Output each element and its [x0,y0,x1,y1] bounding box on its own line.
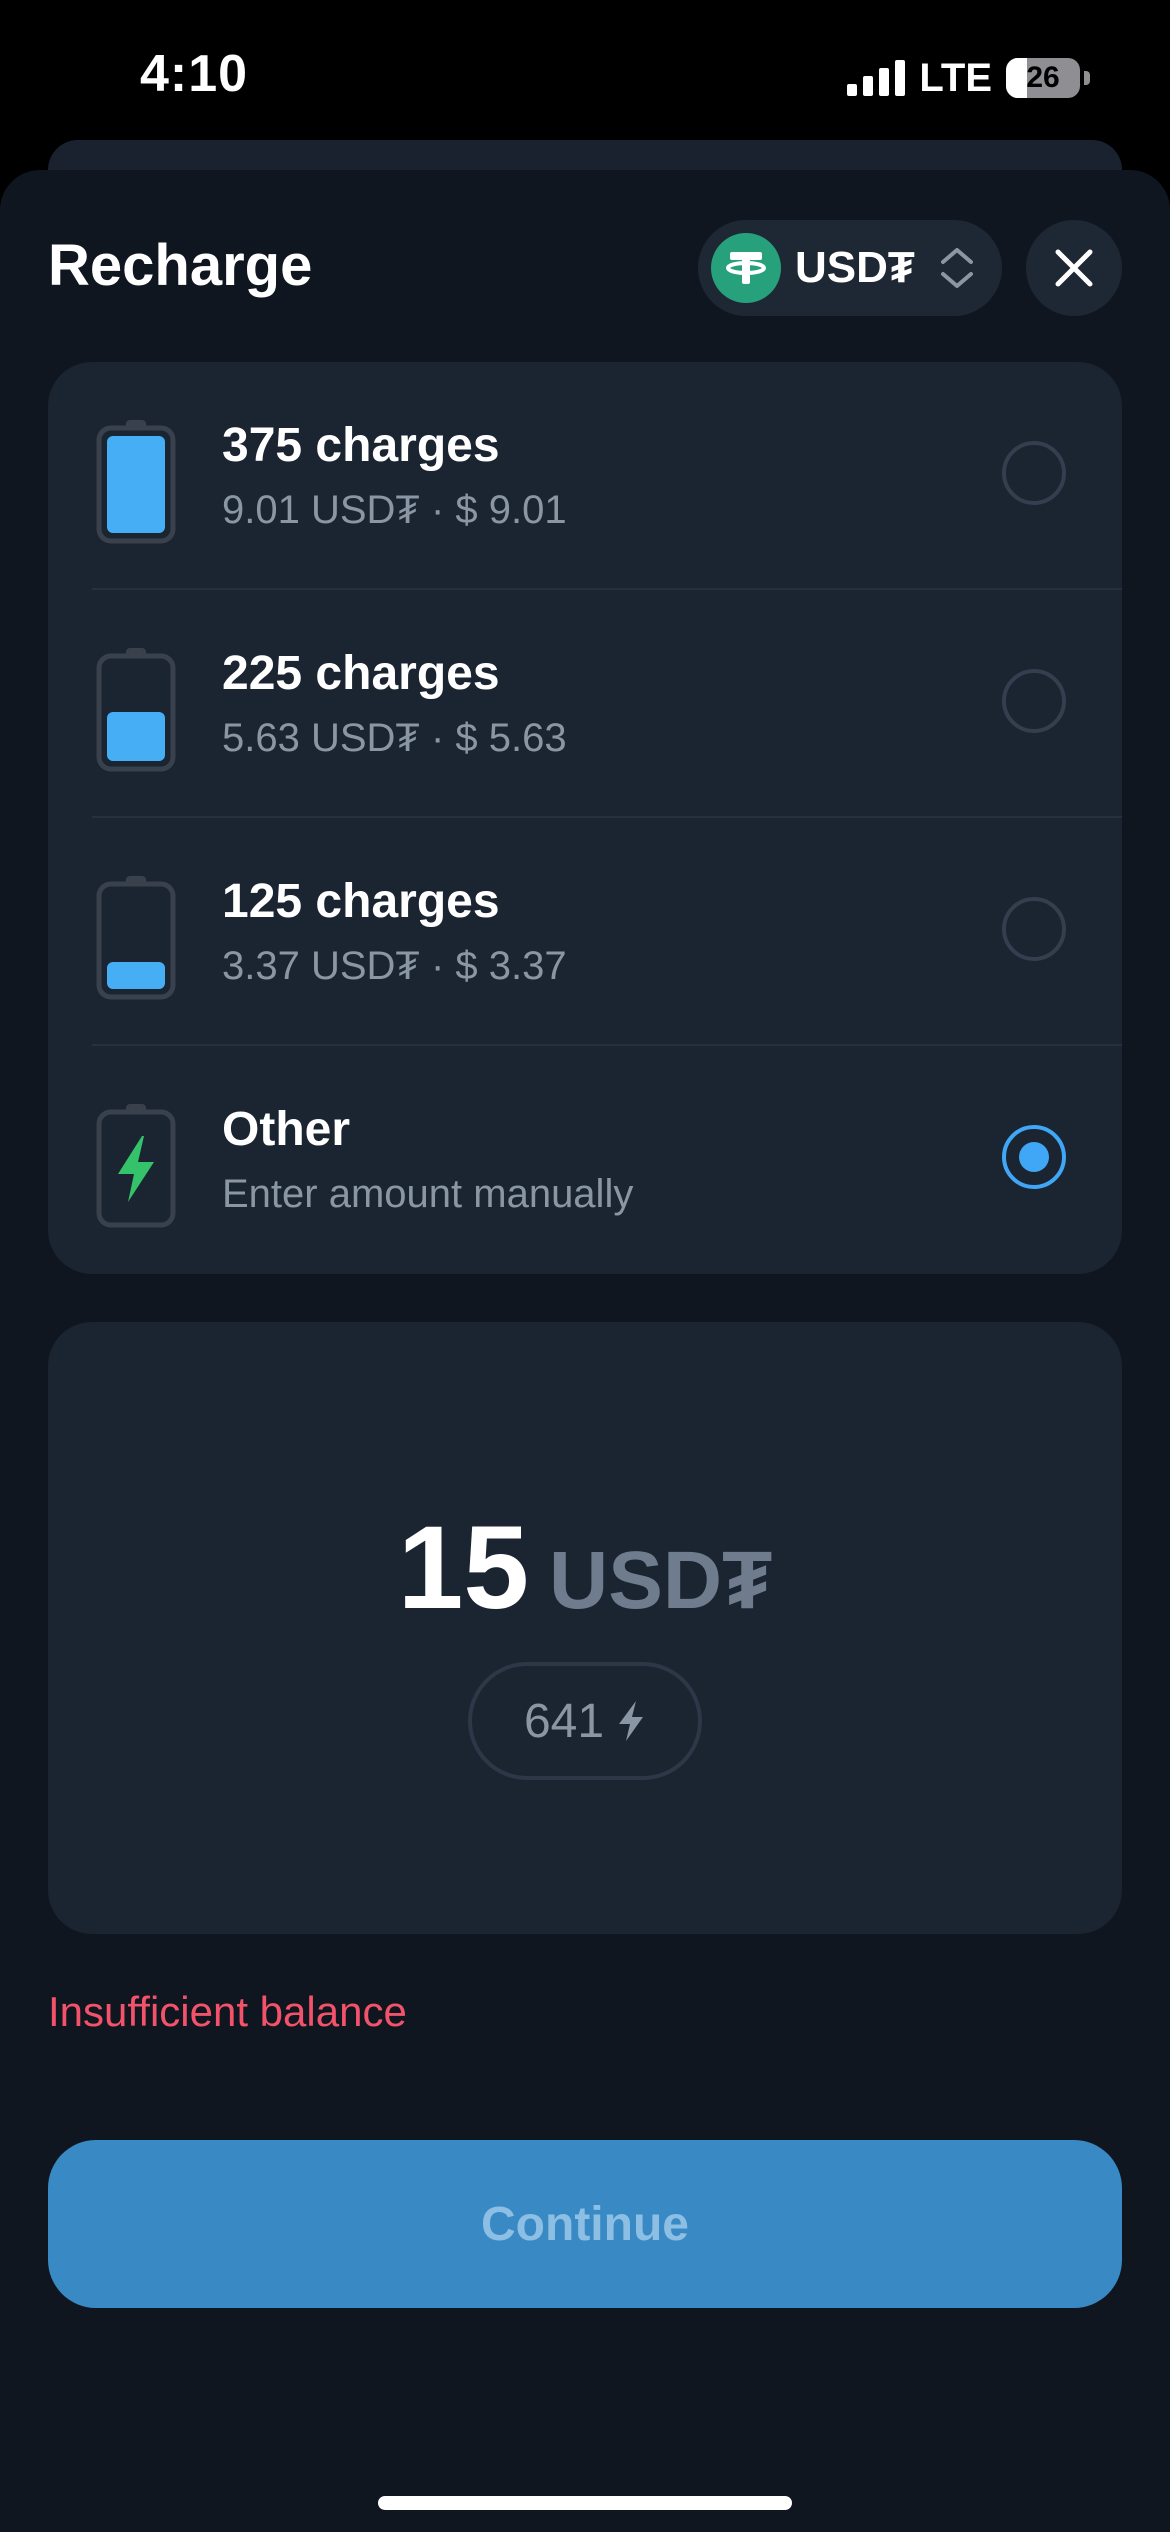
option-title: 225 charges [222,647,500,700]
recharge-sheet: Recharge USD₮ 375 charges 9.01 USD₮ · $ … [0,170,1170,2532]
charge-options-list: 375 charges 9.01 USD₮ · $ 9.01 225 charg… [48,362,1122,1274]
chevron-updown-icon [940,247,974,289]
battery-percent: 26 [1026,61,1060,94]
close-button[interactable] [1026,220,1122,316]
battery-full-icon [96,420,176,544]
status-bar: 4:10 LTE 26 [0,0,1170,150]
option-375-charges[interactable]: 375 charges 9.01 USD₮ · $ 9.01 [48,362,1122,590]
option-title: 375 charges [222,419,500,472]
currency-label: USD₮ [795,243,915,292]
option-subtitle: Enter amount manually [222,1172,634,1216]
tether-icon [711,233,781,303]
amount-display: 15 USD₮ [48,1500,1122,1636]
battery-charging-icon [96,1104,176,1228]
amount-value: 15 [397,1502,530,1634]
battery-icon: 26 [1006,58,1080,98]
battery-half-icon [96,648,176,772]
option-225-charges[interactable]: 225 charges 5.63 USD₮ · $ 5.63 [48,590,1122,818]
continue-button[interactable]: Continue [48,2140,1122,2308]
radio-button[interactable] [1002,897,1066,961]
bolt-icon [619,1701,644,1741]
option-125-charges[interactable]: 125 charges 3.37 USD₮ · $ 3.37 [48,818,1122,1046]
amount-input-card[interactable]: 15 USD₮ 641 [48,1322,1122,1934]
status-time: 4:10 [140,45,249,103]
status-indicators: LTE 26 [847,54,1090,102]
charges-equivalent-badge: 641 [468,1662,702,1780]
close-icon [1055,249,1093,287]
option-price: 5.63 USD₮ · $ 5.63 [222,716,567,760]
option-other[interactable]: Other Enter amount manually [48,1046,1122,1274]
option-title: 125 charges [222,875,500,928]
sheet-title: Recharge [48,233,313,298]
home-indicator [378,2496,792,2510]
error-message: Insufficient balance [48,1988,407,2035]
currency-selector[interactable]: USD₮ [698,220,1002,316]
radio-button[interactable] [1002,441,1066,505]
radio-button-selected[interactable] [1002,1125,1066,1189]
charges-count: 641 [523,1694,605,1748]
amount-unit: USD₮ [549,1535,773,1626]
signal-icon [847,60,906,96]
network-type: LTE [919,55,992,100]
battery-low-icon [96,876,176,1000]
option-title: Other [222,1103,351,1156]
radio-button[interactable] [1002,669,1066,733]
option-price: 9.01 USD₮ · $ 9.01 [222,488,567,532]
continue-label: Continue [481,2197,689,2251]
option-price: 3.37 USD₮ · $ 3.37 [222,944,567,988]
